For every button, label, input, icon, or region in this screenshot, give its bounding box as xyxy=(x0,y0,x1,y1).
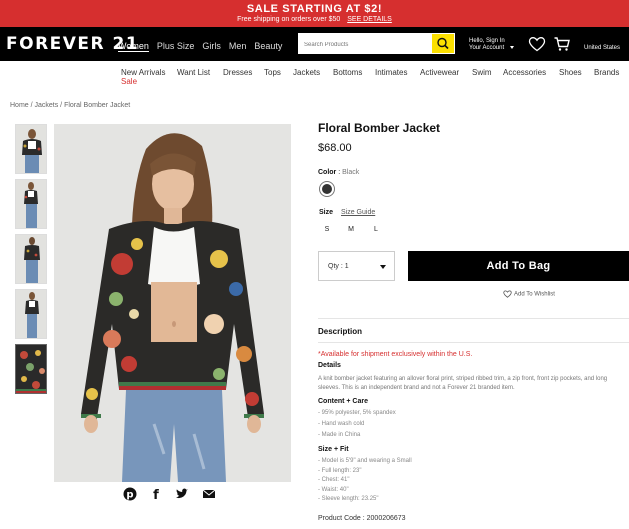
description-heading[interactable]: Description xyxy=(318,327,362,336)
promo-subline: Free shipping on orders over $50 SEE DET… xyxy=(0,16,629,23)
color-value: Black xyxy=(342,169,360,176)
subnav-new-arrivals[interactable]: New Arrivals xyxy=(121,68,165,77)
size-option-s[interactable]: S xyxy=(320,226,334,233)
thumbnail-image xyxy=(16,180,46,228)
promo-banner: SALE STARTING AT $2! Free shipping on or… xyxy=(0,0,629,27)
promo-subline-text: Free shipping on orders over $50 xyxy=(237,16,341,23)
category-beauty[interactable]: Beauty xyxy=(254,41,282,52)
subnav-want-list[interactable]: Want List xyxy=(177,68,210,77)
fit-item: - Chest: 41" xyxy=(318,477,350,483)
subnav-intimates[interactable]: Intimates xyxy=(375,68,407,77)
thumbnail-image xyxy=(16,290,46,338)
divider xyxy=(318,318,629,319)
size-option-l[interactable]: L xyxy=(369,226,383,233)
wishlist-label: Add To Wishlist xyxy=(514,291,555,298)
content-care-heading: Content + Care xyxy=(318,398,368,405)
fit-item: - Waist: 40" xyxy=(318,487,349,493)
product-title: Floral Bomber Jacket xyxy=(318,121,441,135)
category-girls[interactable]: Girls xyxy=(202,41,221,52)
svg-text:p: p xyxy=(126,490,133,501)
product-thumbnail[interactable] xyxy=(15,289,47,339)
heart-icon xyxy=(503,290,512,298)
search-input[interactable] xyxy=(298,34,428,56)
account-label-row: Your Account xyxy=(469,45,514,52)
thumbnail-image xyxy=(16,345,46,393)
account-greeting: Hello, Sign In xyxy=(469,38,505,44)
breadcrumb[interactable]: Home / Jackets / Floral Bomber Jacket xyxy=(10,102,130,109)
color-label: Color : Black xyxy=(318,169,360,176)
main-header: FOREVER 21 Women Plus Size Girls Men Bea… xyxy=(0,27,629,61)
chevron-down-icon xyxy=(509,45,514,49)
product-code: Product Code : 2000206673 xyxy=(318,515,406,522)
search-button[interactable] xyxy=(432,34,454,53)
subnav-bottoms[interactable]: Bottoms xyxy=(333,68,362,77)
fit-item: - Sleeve length: 23.25" xyxy=(318,496,379,502)
cart-icon[interactable] xyxy=(553,36,571,52)
size-guide-link[interactable]: Size Guide xyxy=(341,209,375,216)
content-item: - 95% polyester, 5% spandex xyxy=(318,410,396,416)
color-swatch-black[interactable] xyxy=(319,181,335,197)
availability-note: *Available for shipment exclusively with… xyxy=(318,351,473,358)
subcategory-nav: New Arrivals Sale Want List Dresses Tops… xyxy=(0,66,629,90)
thumbnail-image xyxy=(16,235,46,283)
add-to-bag-button[interactable]: Add To Bag xyxy=(408,251,629,281)
product-thumbnail-selected[interactable] xyxy=(15,344,47,394)
content-item: - Made in China xyxy=(318,432,361,438)
see-details-link[interactable]: SEE DETAILS xyxy=(347,16,392,23)
subnav-shoes[interactable]: Shoes xyxy=(559,68,582,77)
details-heading: Details xyxy=(318,362,341,369)
thumbnail-image xyxy=(16,125,46,173)
product-price: $68.00 xyxy=(318,142,352,154)
country-selector[interactable]: United States xyxy=(584,45,620,51)
promo-headline: SALE STARTING AT $2! xyxy=(246,3,383,15)
category-men[interactable]: Men xyxy=(229,41,247,52)
svg-text:f: f xyxy=(153,488,159,501)
subnav-accessories[interactable]: Accessories xyxy=(503,68,546,77)
size-fit-heading: Size + Fit xyxy=(318,446,349,453)
pinterest-icon[interactable]: p xyxy=(123,487,137,501)
quantity-select[interactable]: Qty : 1 xyxy=(318,251,395,281)
email-icon[interactable] xyxy=(202,487,216,501)
divider xyxy=(318,342,629,343)
fit-item: - Model is 5'9" and wearing a Small xyxy=(318,458,412,464)
account-label: Your Account xyxy=(469,45,505,51)
twitter-icon[interactable] xyxy=(175,487,189,501)
search-icon xyxy=(437,37,449,50)
subnav-dresses[interactable]: Dresses xyxy=(223,68,252,77)
product-thumbnail[interactable] xyxy=(15,124,47,174)
subnav-activewear[interactable]: Activewear xyxy=(420,68,459,77)
category-nav: Women Plus Size Girls Men Beauty xyxy=(118,41,282,52)
facebook-icon[interactable]: f xyxy=(149,487,163,501)
subnav-swim[interactable]: Swim xyxy=(472,68,492,77)
content-item: - Hand wash cold xyxy=(318,421,365,427)
subnav-brands[interactable]: Brands xyxy=(594,68,619,77)
fit-item: - Full length: 23" xyxy=(318,468,362,474)
subnav-sale[interactable]: Sale xyxy=(121,77,137,86)
product-photo xyxy=(54,124,291,482)
subnav-jackets[interactable]: Jackets xyxy=(293,68,320,77)
color-label-text: Color xyxy=(318,169,337,176)
add-to-wishlist-button[interactable]: Add To Wishlist xyxy=(503,290,555,298)
size-option-m[interactable]: M xyxy=(344,226,358,233)
chevron-down-icon xyxy=(380,265,386,269)
main-product-image[interactable] xyxy=(54,124,291,482)
account-menu[interactable]: Hello, Sign In Your Account xyxy=(469,38,514,52)
size-label: Size xyxy=(319,209,334,216)
details-text: A knit bomber jacket featuring an allove… xyxy=(318,376,608,391)
product-thumbnail[interactable] xyxy=(15,179,47,229)
quantity-value: Qty : 1 xyxy=(328,263,349,270)
category-plus-size[interactable]: Plus Size xyxy=(157,41,195,52)
heart-icon[interactable] xyxy=(528,36,546,52)
product-thumbnail[interactable] xyxy=(15,234,47,284)
search-box xyxy=(298,33,455,56)
subnav-tops[interactable]: Tops xyxy=(264,68,281,77)
category-women[interactable]: Women xyxy=(118,41,149,52)
